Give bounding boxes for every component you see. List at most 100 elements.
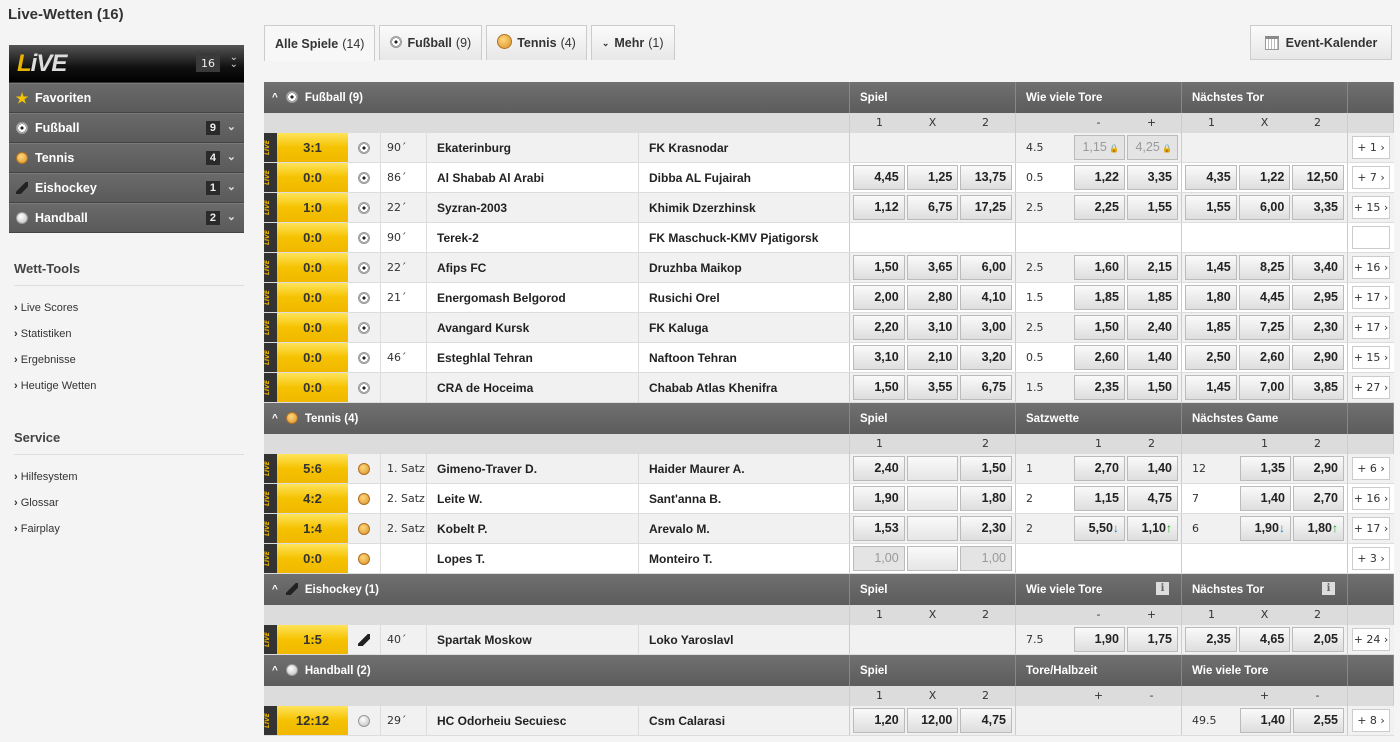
odds-button[interactable]: 2,50 [1185,345,1237,370]
match-row[interactable]: LIVE 0:0 CRA de Hoceima Chabab Atlas Khenif… [264,373,1394,403]
odds-button[interactable]: 1,10↑ [1126,516,1178,541]
odds-button[interactable]: 2,30 [960,516,1013,541]
odds-button[interactable]: 7,00 [1238,375,1291,400]
odds-button[interactable]: 1,40 [1239,708,1291,733]
event-calendar-button[interactable]: Event-Kalender [1250,25,1392,60]
away-team[interactable]: FK Maschuck-KMV Pjatigorsk [639,223,850,252]
odds-button[interactable]: 1,12 [853,195,905,220]
match-row[interactable]: LIVE 0:0 21´ Energomash Belgorod Rusichi Ore… [264,283,1394,313]
link-ergebnisse[interactable]: Ergebnisse [14,354,244,366]
odds-button[interactable]: 6,75 [906,195,959,220]
home-team[interactable]: Gimeno-Traver D. [427,454,639,483]
chevron-down-icon[interactable]: ⌄ [227,180,236,193]
odds-button[interactable]: 4,45 [853,165,905,190]
odds-button[interactable]: 1,55 [1185,195,1237,220]
odds-button[interactable]: 1,90 [853,486,905,511]
sidebar-item-tennis[interactable]: Tennis 4 ⌄ [9,143,244,173]
more-markets-button[interactable]: + 27 › [1352,376,1390,399]
away-team[interactable]: Khimik Dzerzhinsk [639,193,850,222]
odds-button[interactable]: 1,85 [1073,285,1125,310]
more-markets-button[interactable]: + 15 › [1352,346,1390,369]
odds-button[interactable]: 1,40 [1126,456,1178,481]
odds-button[interactable]: 1,80 [960,486,1013,511]
odds-button[interactable]: 2,00 [853,285,905,310]
odds-button[interactable]: 2,25 [1073,195,1125,220]
home-team[interactable]: Syzran-2003 [427,193,639,222]
odds-button[interactable]: 2,55 [1292,708,1344,733]
odds-button[interactable]: 2,80 [906,285,959,310]
odds-button[interactable]: 2,40 [853,456,905,481]
odds-button[interactable]: 2,95 [1292,285,1345,310]
home-team[interactable]: Ekaterinburg [427,133,639,162]
odds-button[interactable]: 4,10 [960,285,1013,310]
away-team[interactable]: Naftoon Tehran [639,343,850,372]
tab-alle-spiele[interactable]: Alle Spiele (14) [264,25,376,61]
odds-button[interactable]: 1,50 [1073,315,1125,340]
home-team[interactable]: Esteghlal Tehran [427,343,639,372]
home-team[interactable]: CRA de Hoceima [427,373,639,402]
more-markets-button[interactable]: + 24 › [1352,628,1390,651]
match-row[interactable]: LIVE 1:5 40´ Spartak Moskow Loko Yaroslavl 7.… [264,625,1394,655]
home-team[interactable]: Al Shabab Al Arabi [427,163,639,192]
odds-button[interactable]: 2,70 [1073,456,1125,481]
odds-button[interactable]: 3,65 [906,255,959,280]
section-title[interactable]: ^ Fußball (9) [264,82,850,113]
link-glossar[interactable]: Glossar [14,497,244,509]
odds-button[interactable]: 7,25 [1238,315,1291,340]
more-markets-button[interactable]: + 1 › [1352,136,1390,159]
section-title[interactable]: ^ Eishockey (1) [264,574,850,605]
odds-button[interactable]: 2,60 [1073,345,1125,370]
sidebar-item-eishockey[interactable]: Eishockey 1 ⌄ [9,173,244,203]
odds-button[interactable]: 12,00 [906,708,959,733]
away-team[interactable]: Csm Calarasi [639,706,850,735]
more-markets-button[interactable]: + 3 › [1352,547,1390,570]
odds-button[interactable]: 2,70 [1292,486,1344,511]
odds-button[interactable]: 2,40 [1126,315,1178,340]
chevron-up-icon[interactable]: ^ [272,584,278,595]
odds-button[interactable]: 6,00 [960,255,1013,280]
away-team[interactable]: Dibba AL Fujairah [639,163,850,192]
away-team[interactable]: Druzhba Maikop [639,253,850,282]
odds-button[interactable]: 1,35 [1239,456,1291,481]
link-heutige-wetten[interactable]: Heutige Wetten [14,380,244,392]
odds-button[interactable] [906,546,959,571]
odds-button[interactable]: 2,15 [1126,255,1178,280]
tab-mehr[interactable]: ⌄ Mehr (1) [590,25,675,60]
more-markets-button[interactable]: + 17 › [1352,517,1390,540]
home-team[interactable]: Terek-2 [427,223,639,252]
chevron-down-icon[interactable]: ⌄ [227,210,236,223]
more-markets-button[interactable]: + 7 › [1352,166,1390,189]
odds-button[interactable] [906,516,959,541]
match-row[interactable]: LIVE 0:0 Lopes T. Monteiro T. 1,00 1,00 + 3 › [264,544,1394,574]
odds-button[interactable]: 4,65 [1238,627,1291,652]
odds-button[interactable]: 5,50↓ [1073,516,1125,541]
odds-button[interactable] [906,486,959,511]
sidebar-item-favoriten[interactable]: ★ Favoriten [9,83,244,113]
home-team[interactable]: Lopes T. [427,544,639,573]
away-team[interactable]: Arevalo M. [639,514,850,543]
odds-button[interactable]: 3,20 [960,345,1013,370]
odds-button[interactable]: 2,60 [1238,345,1291,370]
link-statistiken[interactable]: Statistiken [14,328,244,340]
odds-button[interactable]: 13,75 [960,165,1013,190]
match-row[interactable]: LIVE 1:0 22´ Syzran-2003 Khimik Dzerzhinsk 1,… [264,193,1394,223]
odds-button[interactable]: 1,75 [1126,627,1178,652]
link-fairplay[interactable]: Fairplay [14,523,244,535]
more-markets-button[interactable] [1352,226,1390,249]
away-team[interactable]: Haider Maurer A. [639,454,850,483]
odds-button[interactable]: 1,25 [906,165,959,190]
home-team[interactable]: Afips FC [427,253,639,282]
chevron-up-icon[interactable]: ^ [272,665,278,676]
away-team[interactable]: Monteiro T. [639,544,850,573]
odds-button[interactable]: 1,55 [1126,195,1178,220]
match-row[interactable]: LIVE 0:0 46´ Esteghlal Tehran Naftoon Tehran… [264,343,1394,373]
odds-button[interactable]: 4,75 [960,708,1013,733]
odds-button[interactable]: 1,53 [853,516,905,541]
match-row[interactable]: LIVE 4:2 2. Satz Leite W. Sant'anna B. 1,90 1,… [264,484,1394,514]
home-team[interactable]: Energomash Belgorod [427,283,639,312]
match-row[interactable]: LIVE 0:0 90´ Terek-2 FK Maschuck-KMV Pjatigo… [264,223,1394,253]
chevron-down-icon[interactable]: ⌄ [227,150,236,163]
odds-button[interactable]: 12,50 [1292,165,1345,190]
home-team[interactable]: Avangard Kursk [427,313,639,342]
odds-button[interactable]: 2,35 [1185,627,1237,652]
